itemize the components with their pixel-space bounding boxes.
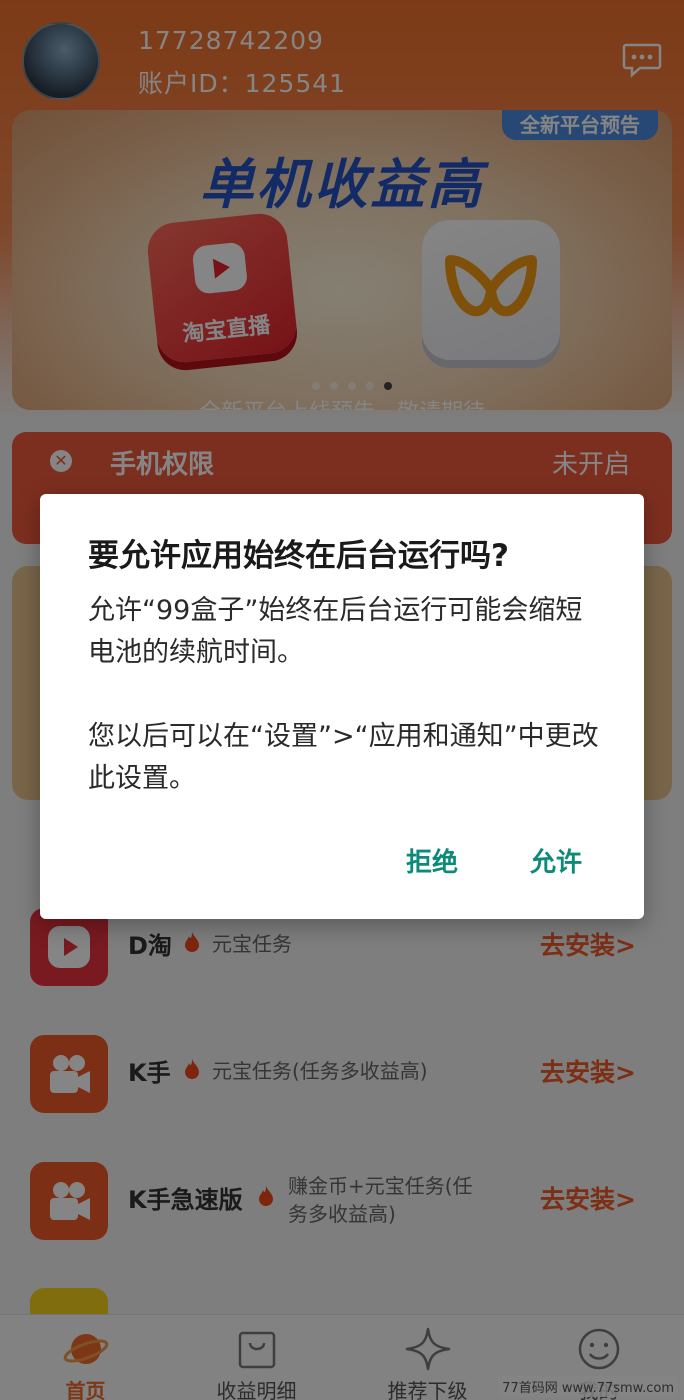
dialog-title: 要允许应用始终在后台运行吗? [88,538,509,574]
dialog-body: 允许“99盒子”始终在后台运行可能会缩短电池的续航时间。 您以后可以在“设置”>… [88,590,608,842]
dialog-message: 您以后可以在“设置”>“应用和通知”中更改此设置。 [88,721,599,794]
dialog-message: 允许“99盒子”始终在后台运行可能会缩短电池的续航时间。 [88,595,583,668]
allow-button[interactable]: 允许 [530,842,582,879]
home-screen: 17728742209 账户ID：125541 全新平台预告 单机收益高 淘宝直… [0,0,684,1400]
background-run-dialog: 要允许应用始终在后台运行吗? 允许“99盒子”始终在后台运行可能会缩短电池的续航… [40,494,644,919]
deny-button[interactable]: 拒绝 [406,842,458,879]
